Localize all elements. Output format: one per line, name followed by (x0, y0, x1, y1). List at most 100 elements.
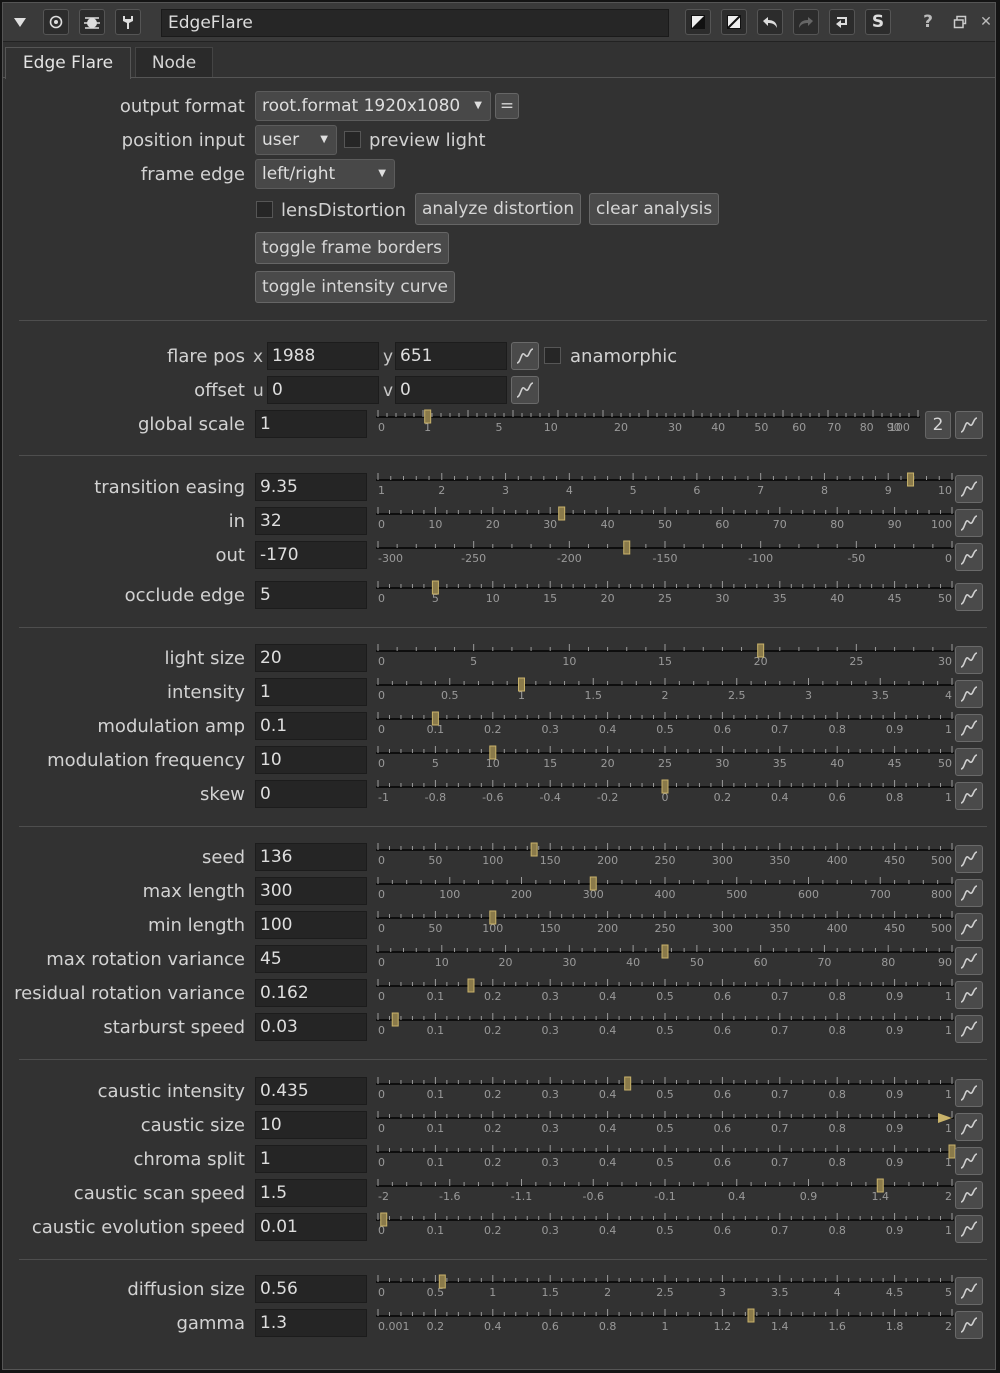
global-scale-slider[interactable]: 0 1 5 10 20 30 40 50 60 70 80 90 100 (374, 407, 922, 441)
collapse-triangle-icon[interactable] (7, 9, 33, 35)
slider-track-svg[interactable]: 0 0.5 1 1.5 2 2.5 3 3.5 4 (374, 675, 956, 709)
tab-edge-flare[interactable]: Edge Flare (5, 47, 131, 79)
global-scale-split-button[interactable]: 2 (925, 411, 951, 439)
occlude-edge-input[interactable]: 5 (255, 581, 367, 609)
seed-animation-curve-icon[interactable] (955, 845, 983, 873)
slider-track-svg[interactable]: -2 -1.6 -1.1 -0.6 -0.1 0.4 0.9 1.4 2 (374, 1176, 956, 1210)
output-format-dropdown[interactable]: root.format 1920x1080 ▼ (255, 91, 491, 121)
slider-handle[interactable] (624, 1076, 632, 1091)
caustic-intensity-slider[interactable]: 0 0.1 0.2 0.3 0.4 0.5 0.6 0.7 0.8 0.9 1 (374, 1074, 956, 1108)
flare-pos-animation-curve-icon[interactable] (511, 342, 539, 370)
out-input[interactable]: -170 (255, 541, 367, 569)
slider-track-svg[interactable]: -1 -0.8 -0.6 -0.4 -0.2 0 0.2 0.4 0.6 0.8 1 (374, 777, 956, 811)
skew-slider[interactable]: -1 -0.8 -0.6 -0.4 -0.2 0 0.2 0.4 0.6 0.8 1 (374, 777, 956, 811)
slider-handle[interactable] (380, 1212, 388, 1227)
frame-edge-dropdown[interactable]: left/right ▼ (255, 159, 395, 189)
caustic-size-slider[interactable]: 0 0.1 0.2 0.3 0.4 0.5 0.6 0.7 0.8 0.9 1 (374, 1108, 956, 1142)
lens-distortion-checkbox[interactable] (256, 201, 273, 218)
chroma-split-animation-curve-icon[interactable] (955, 1147, 983, 1175)
node-name-input[interactable]: EdgeFlare (161, 9, 669, 37)
caustic-scan-speed-input[interactable]: 1.5 (255, 1179, 367, 1207)
modulation-amp-input[interactable]: 0.1 (255, 712, 367, 740)
global-scale-input[interactable]: 1 (255, 410, 367, 438)
slider-handle[interactable] (623, 540, 631, 555)
in-input[interactable]: 32 (255, 507, 367, 535)
skew-input[interactable]: 0 (255, 780, 367, 808)
in-slider[interactable]: 0 10 20 30 40 50 60 70 80 90 100 (374, 504, 956, 538)
modulation-frequency-animation-curve-icon[interactable] (955, 748, 983, 776)
close-icon[interactable]: ✕ (973, 9, 999, 35)
slider-handle[interactable] (661, 779, 669, 794)
residual-rotation-variance-input[interactable]: 0.162 (255, 979, 367, 1007)
max-rotation-variance-animation-curve-icon[interactable] (955, 947, 983, 975)
slider-handle[interactable] (558, 506, 566, 521)
out-slider[interactable]: -300 -250 -200 -150 -100 -50 0 (374, 538, 956, 572)
anamorphic-checkbox[interactable] (544, 347, 561, 364)
slider-track-svg[interactable]: 0.001 0.2 0.4 0.6 0.8 1 1.2 1.4 1.6 1.8 2 (374, 1306, 956, 1340)
intensity-animation-curve-icon[interactable] (955, 680, 983, 708)
diffusion-size-input[interactable]: 0.56 (255, 1275, 367, 1303)
max-length-input[interactable]: 300 (255, 877, 367, 905)
intensity-slider[interactable]: 0 0.5 1 1.5 2 2.5 3 3.5 4 (374, 675, 956, 709)
caustic-evolution-speed-slider[interactable]: 0 0.1 0.2 0.3 0.4 0.5 0.6 0.7 0.8 0.9 1 (374, 1210, 956, 1244)
gamma-slider[interactable]: 0.001 0.2 0.4 0.6 0.8 1 1.2 1.4 1.6 1.8 2 (374, 1306, 956, 1340)
wrench-icon[interactable] (115, 9, 141, 35)
revert-icon[interactable] (829, 9, 855, 35)
slider-handle[interactable] (391, 1012, 399, 1027)
intensity-input[interactable]: 1 (255, 678, 367, 706)
slider-handle[interactable] (747, 1308, 755, 1323)
slider-track-svg[interactable]: 0 10 20 30 40 50 60 70 80 90 (374, 942, 956, 976)
slider-track-svg[interactable]: 0 1 5 10 20 30 40 50 60 70 80 90100 (374, 407, 922, 441)
slider-track-svg[interactable]: 0 10 20 30 40 50 60 70 80 90 100 (374, 504, 956, 538)
transition-easing-animation-curve-icon[interactable] (955, 475, 983, 503)
caustic-scan-speed-animation-curve-icon[interactable] (955, 1181, 983, 1209)
occlude-edge-animation-curve-icon[interactable] (955, 583, 983, 611)
offset-v-input[interactable]: 0 (395, 376, 507, 404)
min-length-animation-curve-icon[interactable] (955, 913, 983, 941)
slider-track-svg[interactable]: 0 50 100 150 200 250 300 350 400 450 500 (374, 840, 956, 874)
caustic-evolution-speed-input[interactable]: 0.01 (255, 1213, 367, 1241)
slider-track-svg[interactable]: 0 0.1 0.2 0.3 0.4 0.5 0.6 0.7 0.8 0.9 1 (374, 709, 956, 743)
min-length-input[interactable]: 100 (255, 911, 367, 939)
residual-rotation-variance-animation-curve-icon[interactable] (955, 981, 983, 1009)
slider-track-svg[interactable]: 0 0.1 0.2 0.3 0.4 0.5 0.6 0.7 0.8 0.9 1 (374, 1074, 956, 1108)
gamma-animation-curve-icon[interactable] (955, 1311, 983, 1339)
bug-icon[interactable] (79, 9, 105, 35)
in-animation-curve-icon[interactable] (955, 509, 983, 537)
transition-easing-slider[interactable]: 1 2 3 4 5 6 7 8 9 10 (374, 470, 956, 504)
caustic-scan-speed-slider[interactable]: -2 -1.6 -1.1 -0.6 -0.1 0.4 0.9 1.4 2 (374, 1176, 956, 1210)
redo-icon[interactable] (793, 9, 819, 35)
tab-node[interactable]: Node (135, 47, 213, 77)
analyze-distortion-button[interactable]: analyze distortion (415, 193, 582, 225)
toggle-intensity-curve-button[interactable]: toggle intensity curve (255, 271, 455, 303)
residual-rotation-variance-slider[interactable]: 0 0.1 0.2 0.3 0.4 0.5 0.6 0.7 0.8 0.9 1 (374, 976, 956, 1010)
light-size-animation-curve-icon[interactable] (955, 646, 983, 674)
color-swatch-alt-icon[interactable] (721, 9, 747, 35)
flare-pos-y-input[interactable]: 651 (395, 342, 507, 370)
slider-track-svg[interactable]: 0 0.1 0.2 0.3 0.4 0.5 0.6 0.7 0.8 0.9 1 (374, 1010, 956, 1044)
slider-handle[interactable] (431, 580, 439, 595)
chroma-split-slider[interactable]: 0 0.1 0.2 0.3 0.4 0.5 0.6 0.7 0.8 0.9 1 (374, 1142, 956, 1176)
position-input-dropdown[interactable]: user ▼ (255, 125, 337, 155)
slider-handle[interactable] (489, 745, 497, 760)
modulation-amp-slider[interactable]: 0 0.1 0.2 0.3 0.4 0.5 0.6 0.7 0.8 0.9 1 (374, 709, 956, 743)
starburst-speed-input[interactable]: 0.03 (255, 1013, 367, 1041)
modulation-frequency-slider[interactable]: 0 5 10 15 20 25 30 35 40 45 50 (374, 743, 956, 777)
slider-track-svg[interactable]: 0 5 10 15 20 25 30 35 40 45 50 (374, 578, 956, 612)
max-length-animation-curve-icon[interactable] (955, 879, 983, 907)
max-length-slider[interactable]: 0 100 200 300 400 500 600 700 800 (374, 874, 956, 908)
slider-handle[interactable] (438, 1274, 446, 1289)
light-size-slider[interactable]: 0 5 10 15 20 25 30 (374, 641, 956, 675)
slider-track-svg[interactable]: 0 50 100 150 200 250 300 350 400 450 500 (374, 908, 956, 942)
script-s-icon[interactable]: S (865, 9, 891, 35)
toggle-frame-borders-button[interactable]: toggle frame borders (255, 232, 450, 264)
min-length-slider[interactable]: 0 50 100 150 200 250 300 350 400 450 500 (374, 908, 956, 942)
format-link-button[interactable]: = (495, 93, 519, 119)
global-scale-animation-curve-icon[interactable] (955, 411, 983, 439)
light-size-input[interactable]: 20 (255, 644, 367, 672)
caustic-size-input[interactable]: 10 (255, 1111, 367, 1139)
caustic-evolution-speed-animation-curve-icon[interactable] (955, 1215, 983, 1243)
slider-handle[interactable] (876, 1178, 884, 1193)
clear-analysis-button[interactable]: clear analysis (589, 193, 720, 225)
slider-handle[interactable] (424, 409, 432, 424)
